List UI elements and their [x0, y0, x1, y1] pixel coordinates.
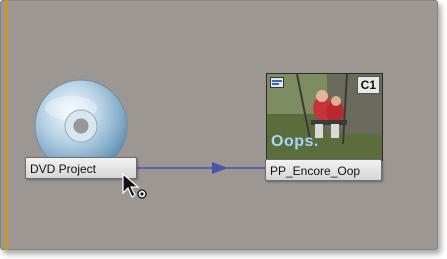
thumbnail-overlay-text: Oops.: [271, 133, 319, 150]
timeline-icon: [270, 77, 284, 88]
link-cursor-icon: [122, 173, 147, 199]
timeline-thumbnail[interactable]: C1 Oops.: [266, 73, 383, 161]
timeline-badge: C1: [356, 76, 380, 94]
timeline-label[interactable]: PP_Encore_Oop: [265, 159, 382, 181]
flowchart-canvas[interactable]: DVD Project C1 Oops. PP_Encore_Oop: [0, 0, 438, 250]
link-arrow-icon: [212, 162, 228, 174]
